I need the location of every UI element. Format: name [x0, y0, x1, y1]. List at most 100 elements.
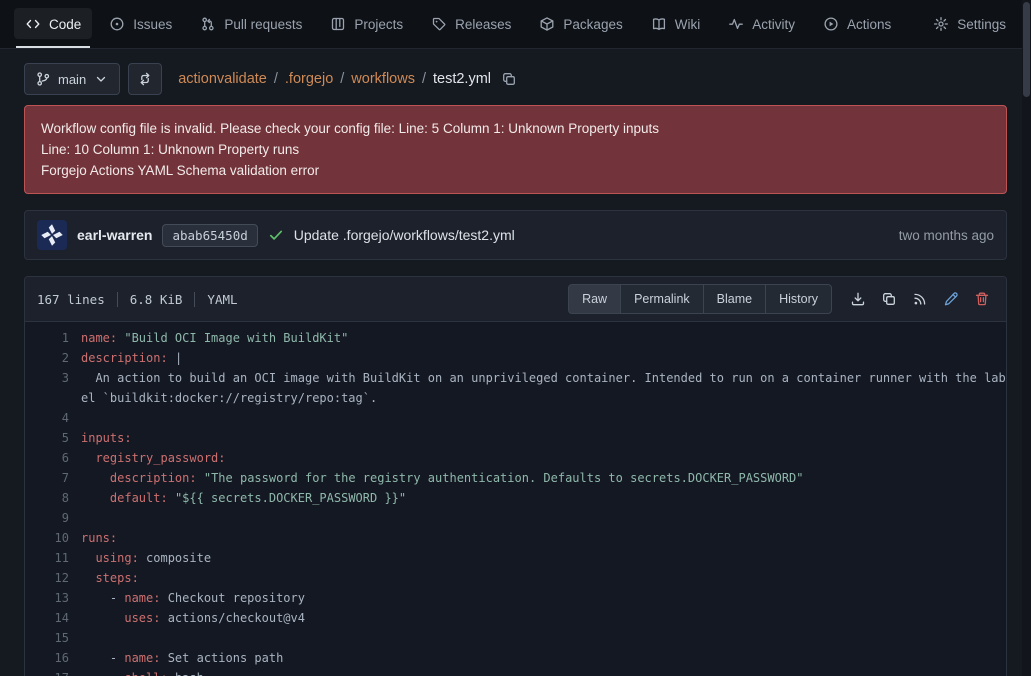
line-number[interactable]: 15 — [25, 628, 69, 648]
pull-request-icon — [200, 16, 216, 32]
line-number[interactable]: 3 — [25, 368, 69, 408]
line-number[interactable]: 1 — [25, 328, 69, 348]
actions-icon — [823, 16, 839, 32]
edit-button[interactable] — [943, 291, 959, 307]
line-number[interactable]: 7 — [25, 468, 69, 488]
line-number[interactable]: 2 — [25, 348, 69, 368]
code-icon — [25, 16, 41, 32]
code-line-content: runs: — [69, 528, 1006, 548]
breadcrumb-link[interactable]: .forgejo — [285, 71, 333, 87]
nav-item-label: Projects — [354, 17, 403, 32]
download-icon — [850, 291, 866, 307]
code-line: 14 uses: actions/checkout@v4 — [25, 608, 1006, 628]
page: Code Issues Pull requests Projects Releases P… — [0, 0, 1031, 676]
copy-content-button[interactable] — [881, 291, 897, 307]
code-line: 16 - name: Set actions path — [25, 648, 1006, 668]
packages-icon — [539, 16, 555, 32]
code-line: 8 default: "${{ secrets.DOCKER_PASSWORD … — [25, 488, 1006, 508]
commit-message[interactable]: Update .forgejo/workflows/test2.yml — [294, 227, 515, 243]
code-line: 4 — [25, 408, 1006, 428]
copy-path-button[interactable] — [501, 71, 517, 87]
history-button[interactable]: History — [765, 284, 832, 314]
line-number[interactable]: 16 — [25, 648, 69, 668]
line-number[interactable]: 4 — [25, 408, 69, 428]
line-number[interactable]: 12 — [25, 568, 69, 588]
commit-hash-badge[interactable]: abab65450d — [162, 224, 257, 247]
commit-bar: earl-warren abab65450d Update .forgejo/w… — [24, 210, 1007, 260]
breadcrumb-bar: main actionvalidate/.forgejo/workflows/t… — [0, 49, 1031, 105]
code-line: 7 description: "The password for the reg… — [25, 468, 1006, 488]
rss-feed-button[interactable] — [912, 291, 928, 307]
error-line: Line: 10 Column 1: Unknown Property runs — [41, 139, 990, 160]
nav-item-label: Code — [49, 17, 81, 32]
line-number[interactable]: 10 — [25, 528, 69, 548]
nav-item-settings[interactable]: Settings — [922, 0, 1017, 48]
code-line: 11 using: composite — [25, 548, 1006, 568]
breadcrumb-link[interactable]: workflows — [351, 71, 415, 87]
nav-item-label: Releases — [455, 17, 511, 32]
avatar[interactable] — [37, 220, 67, 250]
breadcrumb-separator: / — [274, 71, 278, 87]
raw-button[interactable]: Raw — [568, 284, 621, 314]
scrollbar[interactable] — [1022, 0, 1031, 676]
code-line: 17 shell: bash — [25, 668, 1006, 676]
line-number[interactable]: 11 — [25, 548, 69, 568]
file-stat: 6.8 KiB — [130, 292, 183, 307]
code-line-content — [69, 628, 1006, 648]
code-line: 1name: "Build OCI Image with BuildKit" — [25, 328, 1006, 348]
code-line-content: name: "Build OCI Image with BuildKit" — [69, 328, 1006, 348]
code-line: 12 steps: — [25, 568, 1006, 588]
code-line-content: An action to build an OCI image with Bui… — [69, 368, 1006, 408]
line-number[interactable]: 13 — [25, 588, 69, 608]
scrollbar-thumb[interactable] — [1023, 2, 1030, 97]
line-number[interactable]: 14 — [25, 608, 69, 628]
releases-icon — [431, 16, 447, 32]
breadcrumb-link[interactable]: actionvalidate — [178, 71, 267, 87]
nav-item-code[interactable]: Code — [14, 0, 92, 48]
stat-divider — [117, 292, 118, 307]
permalink-button[interactable]: Permalink — [620, 284, 704, 314]
wiki-icon — [651, 16, 667, 32]
branch-selector[interactable]: main — [24, 63, 120, 95]
nav-item-activity[interactable]: Activity — [717, 0, 806, 48]
code-line: 2description: | — [25, 348, 1006, 368]
line-number[interactable]: 8 — [25, 488, 69, 508]
line-number[interactable]: 17 — [25, 668, 69, 676]
code-line: 9 — [25, 508, 1006, 528]
nav-item-wiki[interactable]: Wiki — [640, 0, 712, 48]
code-line: 10runs: — [25, 528, 1006, 548]
error-line: Workflow config file is invalid. Please … — [41, 118, 990, 139]
nav-item-packages[interactable]: Packages — [528, 0, 633, 48]
nav-item-label: Wiki — [675, 17, 701, 32]
nav-item-label: Activity — [752, 17, 795, 32]
commit-author[interactable]: earl-warren — [77, 227, 152, 243]
blame-button[interactable]: Blame — [703, 284, 766, 314]
stat-divider — [194, 292, 195, 307]
nav-item-actions[interactable]: Actions — [812, 0, 902, 48]
chevron-down-icon — [93, 71, 109, 87]
line-number[interactable]: 9 — [25, 508, 69, 528]
gear-icon — [933, 16, 949, 32]
code-line-content: description: | — [69, 348, 1006, 368]
code-line-content — [69, 508, 1006, 528]
compare-button[interactable] — [128, 63, 162, 95]
code-line: 5inputs: — [25, 428, 1006, 448]
delete-button[interactable] — [974, 291, 990, 307]
nav-item-pull-requests[interactable]: Pull requests — [189, 0, 313, 48]
file-action-icons — [850, 291, 990, 307]
code-line-content: registry_password: — [69, 448, 1006, 468]
file-stat: 167 lines — [37, 292, 105, 307]
nav-item-projects[interactable]: Projects — [319, 0, 414, 48]
pencil-icon — [943, 291, 959, 307]
nav-item-label: Issues — [133, 17, 172, 32]
nav-item-issues[interactable]: Issues — [98, 0, 183, 48]
line-number[interactable]: 5 — [25, 428, 69, 448]
line-number[interactable]: 6 — [25, 448, 69, 468]
issue-icon — [109, 16, 125, 32]
activity-icon — [728, 16, 744, 32]
nav-item-releases[interactable]: Releases — [420, 0, 522, 48]
code-line: 3 An action to build an OCI image with B… — [25, 368, 1006, 408]
download-button[interactable] — [850, 291, 866, 307]
file-view: 167 lines6.8 KiBYAML RawPermalinkBlameHi… — [24, 276, 1007, 676]
code-line-content: steps: — [69, 568, 1006, 588]
